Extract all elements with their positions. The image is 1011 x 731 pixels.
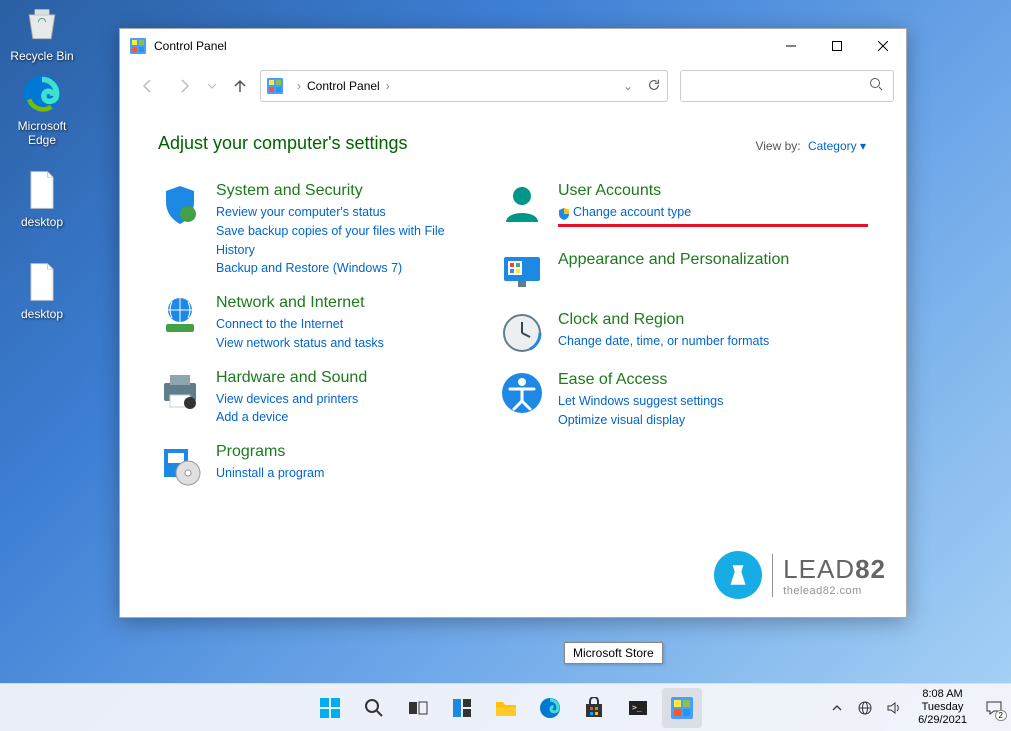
recent-dropdown[interactable] [204, 70, 220, 102]
category-user-accounts: User Accounts Change account type [500, 182, 868, 235]
category-link[interactable]: Review your computer's status [216, 203, 460, 222]
back-button[interactable] [132, 70, 164, 102]
taskbar-clock[interactable]: 8:08 AM Tuesday 6/29/2021 [918, 688, 967, 728]
monitor-icon [500, 251, 544, 295]
taskbar-search-icon[interactable] [354, 688, 394, 728]
clock-icon [500, 311, 544, 355]
category-link[interactable]: Backup and Restore (Windows 7) [216, 259, 460, 278]
annotation-redline [558, 224, 868, 227]
breadcrumb[interactable]: Control Panel [307, 79, 380, 93]
control-panel-icon [130, 38, 146, 54]
taskbar-start-icon[interactable] [310, 688, 350, 728]
category-network-and-internet: Network and Internet Connect to the Inter… [158, 294, 460, 353]
category-link[interactable]: Change account type [558, 203, 868, 222]
lead82-logo-icon [714, 551, 762, 599]
printer-icon [158, 369, 202, 413]
cd-icon [158, 443, 202, 487]
taskbar-taskview-icon[interactable] [398, 688, 438, 728]
taskbar-store-icon[interactable] [574, 688, 614, 728]
category-title[interactable]: Appearance and Personalization [558, 251, 868, 269]
desktop-icon-desktop[interactable]: desktop [4, 260, 80, 321]
category-ease-of-access: Ease of Access Let Windows suggest settin… [500, 371, 868, 430]
category-link[interactable]: View devices and printers [216, 390, 460, 409]
category-title[interactable]: System and Security [216, 182, 460, 200]
taskbar-widgets-icon[interactable] [442, 688, 482, 728]
category-link[interactable]: Connect to the Internet [216, 315, 460, 334]
category-link[interactable]: Add a device [216, 408, 460, 427]
category-link[interactable]: Change date, time, or number formats [558, 332, 868, 351]
tooltip: Microsoft Store [564, 642, 663, 664]
taskbar-edge-icon[interactable] [530, 688, 570, 728]
taskbar: >_ 8:08 AM Tuesday 6/29/2021 2 [0, 683, 1011, 731]
category-link[interactable]: Optimize visual display [558, 411, 868, 430]
up-button[interactable] [224, 70, 256, 102]
minimize-button[interactable] [768, 29, 814, 63]
user-icon [500, 182, 544, 226]
svg-text:>_: >_ [632, 703, 642, 712]
desktop-icon-desktop[interactable]: desktop [4, 168, 80, 229]
category-title[interactable]: Programs [216, 443, 460, 461]
search-box[interactable] [680, 70, 894, 102]
category-link[interactable]: Save backup copies of your files with Fi… [216, 222, 460, 260]
maximize-button[interactable] [814, 29, 860, 63]
category-programs: Programs Uninstall a program [158, 443, 460, 487]
watermark: LEAD82 thelead82.com [714, 551, 886, 599]
tray-chevron-icon[interactable] [828, 699, 846, 717]
close-button[interactable] [860, 29, 906, 63]
category-title[interactable]: Hardware and Sound [216, 369, 460, 387]
category-link[interactable]: Let Windows suggest settings [558, 392, 868, 411]
globe-net-icon [158, 294, 202, 338]
system-tray: 8:08 AM Tuesday 6/29/2021 2 [828, 688, 1005, 728]
search-icon [869, 77, 883, 96]
address-icon [267, 78, 283, 94]
chevron-right-icon: › [386, 79, 390, 93]
nav-toolbar: › Control Panel › ⌄ [120, 63, 906, 109]
forward-button[interactable] [168, 70, 200, 102]
window-title: Control Panel [154, 39, 768, 53]
content-area: Adjust your computer's settings View by:… [120, 109, 906, 617]
taskbar-controlpanel-icon[interactable] [662, 688, 702, 728]
taskbar-terminal-icon[interactable]: >_ [618, 688, 658, 728]
addr-dropdown-icon[interactable]: ⌄ [623, 79, 633, 93]
category-title[interactable]: Network and Internet [216, 294, 460, 312]
access-icon [500, 371, 544, 415]
network-icon[interactable] [856, 699, 874, 717]
category-title[interactable]: User Accounts [558, 182, 868, 200]
category-link[interactable]: View network status and tasks [216, 334, 460, 353]
category-system-and-security: System and Security Review your computer'… [158, 182, 460, 278]
volume-icon[interactable] [884, 699, 902, 717]
search-input[interactable] [691, 79, 869, 93]
address-bar[interactable]: › Control Panel › ⌄ [260, 70, 668, 102]
category-title[interactable]: Clock and Region [558, 311, 868, 329]
uac-shield-icon [558, 207, 570, 219]
category-link[interactable]: Uninstall a program [216, 464, 460, 483]
taskbar-explorer-icon[interactable] [486, 688, 526, 728]
control-panel-window: Control Panel › Control Panel › ⌄ [119, 28, 907, 618]
shield-pc-icon [158, 182, 202, 226]
desktop: Recycle BinMicrosoft Edgedesktopdesktop … [0, 0, 1011, 731]
category-hardware-and-sound: Hardware and Sound View devices and print… [158, 369, 460, 428]
notification-icon[interactable]: 2 [983, 697, 1005, 719]
category-clock-and-region: Clock and Region Change date, time, or nu… [500, 311, 868, 355]
desktop-icon-microsoft-edge[interactable]: Microsoft Edge [4, 72, 80, 147]
category-title[interactable]: Ease of Access [558, 371, 868, 389]
category-appearance-and-personalization: Appearance and Personalization [500, 251, 868, 295]
titlebar: Control Panel [120, 29, 906, 63]
view-by-selector[interactable]: View by: Category ▾ [755, 139, 866, 153]
refresh-button[interactable] [647, 78, 661, 95]
desktop-icon-recycle-bin[interactable]: Recycle Bin [4, 2, 80, 63]
chevron-right-icon: › [297, 79, 301, 93]
